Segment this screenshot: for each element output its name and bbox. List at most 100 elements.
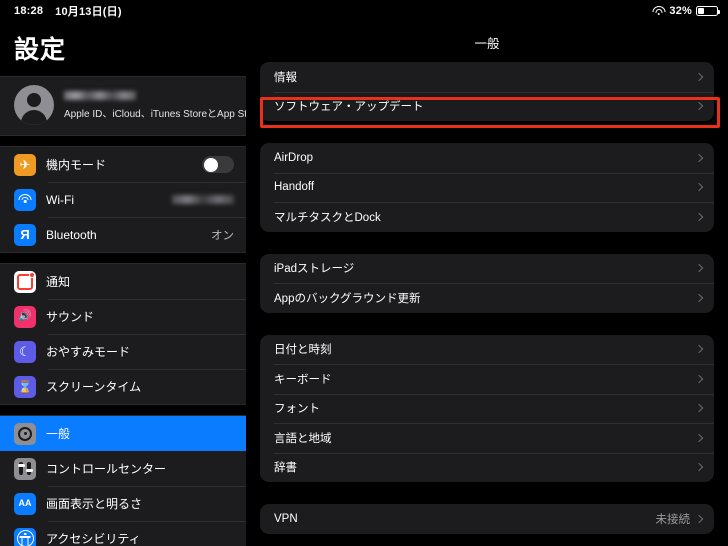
chevron-right-icon	[694, 264, 704, 273]
content-group-storage: iPadストレージ Appのバックグラウンド更新	[260, 253, 714, 313]
ipad-settings-screen: 18:28 10月13日(日) 32% 設定 Apple ID、iCloud、i…	[0, 0, 728, 546]
content-row-fonts[interactable]: フォント	[260, 393, 714, 424]
wifi-icon	[14, 188, 36, 211]
avatar	[14, 85, 54, 125]
account-subtitle: Apple ID、iCloud、iTunes StoreとApp Store	[64, 109, 246, 120]
sidebar-item-label: 機内モード	[46, 158, 107, 172]
settings-sidebar[interactable]: 設定 Apple ID、iCloud、iTunes StoreとApp Stor…	[0, 22, 246, 546]
vpn-status-value: 未接続	[655, 513, 691, 526]
wifi-icon	[652, 6, 666, 16]
content-row-ipad-storage[interactable]: iPadストレージ	[260, 254, 714, 284]
content-row-label: ソフトウェア・アップデート	[274, 101, 424, 114]
content-row-label: Appのバックグラウンド更新	[274, 292, 421, 305]
content-row-about[interactable]: 情報	[260, 62, 714, 92]
do-not-disturb-moon-icon	[14, 340, 36, 363]
chevron-right-icon	[694, 293, 704, 302]
content-row-software-update[interactable]: ソフトウェア・アップデート	[260, 91, 714, 122]
content-row-label: 日付と時刻	[274, 344, 332, 357]
content-group-about: 情報 ソフトウェア・アップデート	[260, 62, 714, 121]
content-row-label: AirDrop	[274, 151, 313, 164]
general-gear-icon	[14, 422, 36, 445]
detail-scroll-area[interactable]: 情報 ソフトウェア・アップデート AirDrop Handoff マルチタスクと…	[246, 62, 728, 546]
chevron-right-icon	[694, 212, 704, 221]
content-row-label: Handoff	[274, 181, 315, 194]
sidebar-group-connectivity: 機内モード Wi-Fi Bluetooth オン	[0, 146, 246, 253]
content-group-vpn: VPN 未接続	[260, 504, 714, 534]
content-row-vpn[interactable]: VPN 未接続	[260, 504, 714, 534]
sidebar-item-display-brightness[interactable]: 画面表示と明るさ	[0, 486, 246, 521]
sidebar-item-bluetooth[interactable]: Bluetooth オン	[0, 217, 246, 252]
chevron-right-icon	[694, 183, 704, 192]
account-name-redacted	[64, 91, 136, 100]
apple-id-account-row[interactable]: Apple ID、iCloud、iTunes StoreとApp Store	[0, 76, 246, 136]
chevron-right-icon	[694, 345, 704, 354]
content-row-label: 情報	[274, 71, 297, 84]
content-row-background-app-refresh[interactable]: Appのバックグラウンド更新	[260, 283, 714, 313]
sidebar-item-do-not-disturb[interactable]: おやすみモード	[0, 334, 246, 369]
content-row-label: VPN	[274, 512, 298, 525]
sidebar-item-label: スクリーンタイム	[46, 380, 142, 394]
content-row-label: iPadストレージ	[274, 263, 355, 276]
battery-percent-label: 32%	[669, 5, 692, 17]
status-bar-date: 10月13日(日)	[55, 6, 122, 18]
airplane-icon	[14, 153, 36, 176]
content-row-date-time[interactable]: 日付と時刻	[260, 335, 714, 365]
sound-icon	[14, 305, 36, 328]
content-row-language-region[interactable]: 言語と地域	[260, 423, 714, 453]
bluetooth-icon	[14, 223, 36, 246]
content-row-label: 辞書	[274, 462, 297, 475]
notifications-icon	[14, 270, 36, 293]
screen-time-hourglass-icon	[14, 375, 36, 398]
chevron-right-icon	[694, 404, 704, 413]
sidebar-item-label: サウンド	[46, 310, 95, 324]
accessibility-icon	[14, 527, 36, 546]
sidebar-group-alerts: 通知 サウンド おやすみモード スクリーンタイム	[0, 263, 246, 405]
sidebar-item-label: Wi-Fi	[46, 192, 74, 207]
sidebar-item-screen-time[interactable]: スクリーンタイム	[0, 369, 246, 404]
sidebar-item-general[interactable]: 一般	[0, 416, 246, 451]
chevron-right-icon	[694, 433, 704, 442]
sidebar-item-wifi[interactable]: Wi-Fi	[0, 182, 246, 217]
sidebar-item-notifications[interactable]: 通知	[0, 264, 246, 299]
content-row-multitasking-dock[interactable]: マルチタスクとDock	[260, 202, 714, 232]
sidebar-item-label: 通知	[46, 275, 71, 289]
general-detail-panel: 一般 情報 ソフトウェア・アップデート AirDrop Handoff マルチタ…	[246, 22, 728, 546]
bluetooth-state-value: オン	[211, 229, 234, 242]
chevron-right-icon	[694, 514, 704, 523]
content-row-label: キーボード	[274, 373, 332, 386]
content-row-label: フォント	[274, 403, 320, 416]
sidebar-item-airplane-mode[interactable]: 機内モード	[0, 147, 246, 182]
sidebar-item-sounds[interactable]: サウンド	[0, 299, 246, 334]
sidebar-item-control-center[interactable]: コントロールセンター	[0, 451, 246, 486]
content-row-label: マルチタスクとDock	[274, 211, 381, 224]
sidebar-item-label: Bluetooth	[46, 227, 97, 242]
sidebar-item-label: おやすみモード	[46, 345, 131, 359]
content-row-dictionary[interactable]: 辞書	[260, 452, 714, 483]
content-group-locale: 日付と時刻 キーボード フォント 言語と地域 辞書	[260, 334, 714, 483]
content-group-sharing: AirDrop Handoff マルチタスクとDock	[260, 143, 714, 232]
content-row-label: 言語と地域	[274, 432, 332, 445]
sidebar-group-system: 一般 コントロールセンター 画面表示と明るさ アクセシビリティ 壁紙	[0, 415, 246, 546]
sidebar-item-label: 画面表示と明るさ	[46, 497, 143, 511]
airplane-mode-toggle[interactable]	[202, 156, 234, 173]
chevron-right-icon	[694, 72, 704, 81]
battery-icon	[696, 6, 721, 16]
detail-title: 一般	[474, 36, 500, 51]
sidebar-item-label: コントロールセンター	[46, 462, 167, 476]
status-bar-right-cluster: 32%	[652, 5, 721, 17]
detail-header: 一般	[246, 22, 728, 62]
content-row-handoff[interactable]: Handoff	[260, 172, 714, 203]
sidebar-item-label: 一般	[46, 427, 71, 441]
sidebar-item-accessibility[interactable]: アクセシビリティ	[0, 521, 246, 546]
page-title: 設定	[14, 36, 67, 64]
sidebar-item-label: アクセシビリティ	[46, 532, 141, 546]
chevron-right-icon	[694, 102, 704, 111]
status-bar-time: 18:28	[14, 5, 44, 17]
content-row-airdrop[interactable]: AirDrop	[260, 143, 714, 173]
status-bar: 18:28 10月13日(日) 32%	[0, 0, 728, 22]
wifi-network-name-redacted	[172, 195, 234, 204]
content-row-keyboard[interactable]: キーボード	[260, 364, 714, 394]
chevron-right-icon	[694, 153, 704, 162]
split-view: 設定 Apple ID、iCloud、iTunes StoreとApp Stor…	[0, 22, 728, 546]
chevron-right-icon	[694, 374, 704, 383]
